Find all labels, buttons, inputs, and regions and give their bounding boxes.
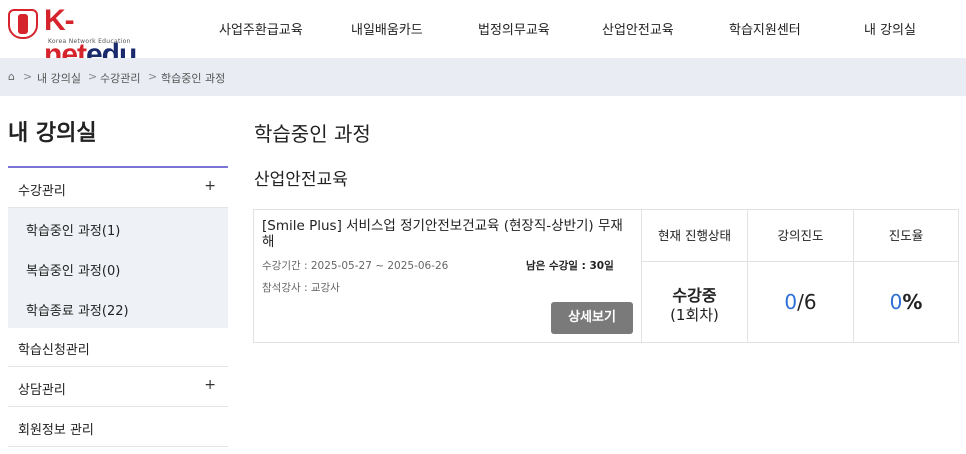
sidebar-subitem-completed[interactable]: 학습종료 과정(22) <box>8 288 228 328</box>
status-value: 수강중 <box>672 286 717 305</box>
sidebar-item-enrollment[interactable]: 수강관리 + <box>8 168 228 208</box>
breadcrumb-current: 학습중인 과정 <box>161 72 226 85</box>
breadcrumb-separator: > <box>148 70 158 83</box>
site-logo[interactable]: K-netedu Korea Network Education <box>8 4 158 71</box>
detail-button[interactable]: 상세보기 <box>551 302 633 334</box>
nav-legal-training[interactable]: 법정의무교육 <box>478 19 550 38</box>
section-title: 산업안전교육 <box>254 170 348 190</box>
page-title: 학습중인 과정 <box>254 122 371 146</box>
breadcrumb-separator: > <box>88 70 98 83</box>
progress-header: 강의진도 <box>748 210 853 262</box>
status-round: (1회차) <box>670 306 719 324</box>
progress-value: 0/6 <box>748 290 853 314</box>
nav-learning-support[interactable]: 학습지원센터 <box>729 19 801 38</box>
sidebar-item-application[interactable]: 학습신청관리 <box>8 327 228 367</box>
course-card: [Smile Plus] 서비스업 정기안전보건교육 (현장직-상반기) 무재해… <box>253 209 959 343</box>
course-title[interactable]: [Smile Plus] 서비스업 정기안전보건교육 (현장직-상반기) 무재해 <box>262 218 632 250</box>
sidebar-subitem-label: 학습종료 과정(22) <box>26 304 129 319</box>
course-remaining-days: 남은 수강일 : 30일 <box>526 260 614 272</box>
breadcrumb-enrollment[interactable]: 수강관리 <box>100 70 140 86</box>
sidebar-item-label: 상담관리 <box>18 383 66 398</box>
rate-header: 진도율 <box>854 210 958 262</box>
course-info: [Smile Plus] 서비스업 정기안전보건교육 (현장직-상반기) 무재해… <box>254 210 642 342</box>
sidebar-subitem-reviewing[interactable]: 복습중인 과정(0) <box>8 248 228 288</box>
nav-my-classroom[interactable]: 내 강의실 <box>864 19 916 38</box>
logo-subtitle: Korea Network Education <box>48 38 131 45</box>
nav-employer-refund[interactable]: 사업주환급교육 <box>219 19 303 38</box>
progress-total: /6 <box>797 290 817 314</box>
progress-column: 강의진도 0/6 <box>748 210 854 342</box>
breadcrumb: ⌂ > 내 강의실 > 수강관리 > 학습중인 과정 <box>0 58 966 96</box>
sidebar-title: 내 강의실 <box>8 121 97 146</box>
rate-unit: % <box>902 290 923 314</box>
nav-industrial-safety[interactable]: 산업안전교육 <box>602 19 674 38</box>
plus-icon[interactable]: + <box>204 178 216 194</box>
sidebar-subitem-label: 학습중인 과정(1) <box>26 224 121 239</box>
plus-icon[interactable]: + <box>204 377 216 393</box>
sidebar-item-label: 수강관리 <box>18 184 66 199</box>
course-teacher: 참석강사 : 교강사 <box>262 282 340 294</box>
sidebar-item-label: 회원정보 관리 <box>18 423 94 438</box>
course-period: 수강기간 : 2025-05-27 ~ 2025-06-26 <box>262 260 449 272</box>
progress-done: 0 <box>784 290 798 314</box>
status-column: 현재 진행상태 수강중 (1회차) <box>642 210 748 342</box>
site-header: K-netedu Korea Network Education 사업주환급교육… <box>0 0 966 71</box>
nav-tomorrow-card[interactable]: 내일배움카드 <box>351 19 423 38</box>
sidebar-item-member-info[interactable]: 회원정보 관리 <box>8 407 228 447</box>
rate-column: 진도율 0% <box>854 210 958 342</box>
rate-value: 0% <box>854 290 958 314</box>
logo-badge-icon <box>8 9 38 39</box>
breadcrumb-separator: > <box>23 70 33 83</box>
sidebar-item-consultation[interactable]: 상담관리 + <box>8 367 228 407</box>
sidebar-subitem-label: 복습중인 과정(0) <box>26 264 121 279</box>
rate-number: 0 <box>889 290 903 314</box>
sidebar-item-label: 학습신청관리 <box>18 343 90 358</box>
breadcrumb-my-classroom[interactable]: 내 강의실 <box>37 70 81 86</box>
status-header: 현재 진행상태 <box>642 210 747 262</box>
home-icon[interactable]: ⌂ <box>8 70 15 83</box>
sidebar-subitem-in-progress[interactable]: 학습중인 과정(1) <box>8 208 228 248</box>
